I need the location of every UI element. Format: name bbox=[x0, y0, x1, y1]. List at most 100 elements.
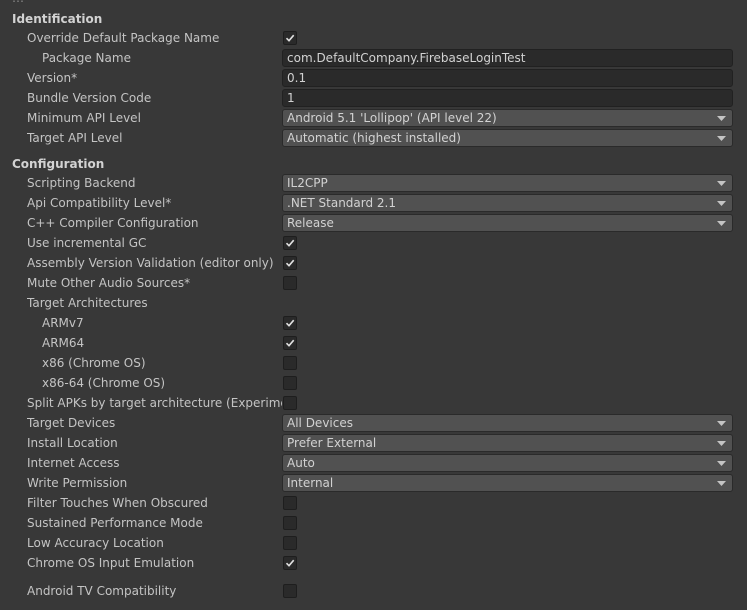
install-location-row: Install Location Prefer External bbox=[0, 433, 747, 453]
mute-other-audio-sources-checkbox[interactable] bbox=[283, 276, 297, 290]
arm64-row: ARM64 bbox=[0, 333, 747, 353]
api-compatibility-level-dropdown[interactable]: .NET Standard 2.1 bbox=[282, 194, 733, 212]
android-tv-compatibility-row: Android TV Compatibility bbox=[0, 581, 747, 601]
sustained-performance-mode-checkbox[interactable] bbox=[283, 516, 297, 530]
x86-label: x86 (Chrome OS) bbox=[42, 356, 146, 370]
chevron-down-icon bbox=[717, 421, 726, 426]
sustained-performance-mode-label: Sustained Performance Mode bbox=[27, 516, 203, 530]
install-location-dropdown[interactable]: Prefer External bbox=[282, 434, 733, 452]
package-name-label: Package Name bbox=[42, 51, 131, 65]
checkmark-icon bbox=[285, 239, 295, 247]
low-accuracy-location-checkbox[interactable] bbox=[283, 536, 297, 550]
chrome-os-input-emulation-checkbox[interactable] bbox=[283, 556, 297, 570]
low-accuracy-location-label: Low Accuracy Location bbox=[27, 536, 164, 550]
split-apks-row: Split APKs by target architecture (Exper… bbox=[0, 393, 747, 413]
configuration-header: Configuration bbox=[12, 157, 105, 171]
write-permission-value: Internal bbox=[287, 476, 334, 490]
chevron-down-icon bbox=[717, 221, 726, 226]
use-incremental-gc-row: Use incremental GC bbox=[0, 233, 747, 253]
chevron-down-icon bbox=[717, 461, 726, 466]
armv7-row: ARMv7 bbox=[0, 313, 747, 333]
chevron-down-icon bbox=[717, 481, 726, 486]
target-architectures-label: Target Architectures bbox=[27, 296, 148, 310]
minimum-api-level-row: Minimum API Level Android 5.1 'Lollipop'… bbox=[0, 108, 747, 128]
android-tv-compatibility-checkbox[interactable] bbox=[283, 584, 297, 598]
api-compatibility-level-row: Api Compatibility Level* .NET Standard 2… bbox=[0, 193, 747, 213]
x86-64-row: x86-64 (Chrome OS) bbox=[0, 373, 747, 393]
chevron-down-icon bbox=[717, 441, 726, 446]
assembly-version-validation-checkbox[interactable] bbox=[283, 256, 297, 270]
assembly-version-validation-row: Assembly Version Validation (editor only… bbox=[0, 253, 747, 273]
chevron-down-icon bbox=[717, 116, 726, 121]
chrome-os-input-emulation-row: Chrome OS Input Emulation bbox=[0, 553, 747, 573]
target-devices-dropdown[interactable]: All Devices bbox=[282, 414, 733, 432]
target-devices-row: Target Devices All Devices bbox=[0, 413, 747, 433]
override-default-package-name-row: Override Default Package Name bbox=[0, 28, 747, 48]
target-architectures-row: Target Architectures bbox=[0, 293, 747, 313]
x86-64-checkbox[interactable] bbox=[283, 376, 297, 390]
cpp-compiler-configuration-dropdown[interactable]: Release bbox=[282, 214, 733, 232]
override-default-package-name-checkbox[interactable] bbox=[283, 31, 297, 45]
arm64-label: ARM64 bbox=[42, 336, 85, 350]
scripting-backend-value: IL2CPP bbox=[287, 176, 328, 190]
bundle-version-code-field[interactable]: 1 bbox=[282, 89, 733, 107]
arm64-checkbox[interactable] bbox=[283, 336, 297, 350]
package-name-row: Package Name com.DefaultCompany.Firebase… bbox=[0, 48, 747, 68]
target-devices-label: Target Devices bbox=[27, 416, 116, 430]
mute-other-audio-sources-label: Mute Other Audio Sources* bbox=[27, 276, 191, 290]
x86-64-label: x86-64 (Chrome OS) bbox=[42, 376, 166, 390]
scripting-backend-dropdown[interactable]: IL2CPP bbox=[282, 174, 733, 192]
internet-access-label: Internet Access bbox=[27, 456, 120, 470]
scripting-backend-row: Scripting Backend IL2CPP bbox=[0, 173, 747, 193]
checkmark-icon bbox=[285, 34, 295, 42]
minimum-api-level-value: Android 5.1 'Lollipop' (API level 22) bbox=[287, 111, 497, 125]
cpp-compiler-configuration-row: C++ Compiler Configuration Release bbox=[0, 213, 747, 233]
target-api-level-label: Target API Level bbox=[27, 131, 123, 145]
split-apks-checkbox[interactable] bbox=[283, 396, 297, 410]
filter-touches-label: Filter Touches When Obscured bbox=[27, 496, 208, 510]
cpp-compiler-configuration-value: Release bbox=[287, 216, 334, 230]
internet-access-row: Internet Access Auto bbox=[0, 453, 747, 473]
armv7-label: ARMv7 bbox=[42, 316, 84, 330]
x86-checkbox[interactable] bbox=[283, 356, 297, 370]
write-permission-dropdown[interactable]: Internal bbox=[282, 474, 733, 492]
armv7-checkbox[interactable] bbox=[283, 316, 297, 330]
install-location-value: Prefer External bbox=[287, 436, 377, 450]
chevron-down-icon bbox=[717, 201, 726, 206]
version-label: Version* bbox=[27, 71, 78, 85]
api-compatibility-level-value: .NET Standard 2.1 bbox=[287, 196, 397, 210]
write-permission-label: Write Permission bbox=[27, 476, 128, 490]
checkmark-icon bbox=[285, 319, 295, 327]
version-row: Version* 0.1 bbox=[0, 68, 747, 88]
use-incremental-gc-checkbox[interactable] bbox=[283, 236, 297, 250]
internet-access-dropdown[interactable]: Auto bbox=[282, 454, 733, 472]
assembly-version-validation-label: Assembly Version Validation (editor only… bbox=[27, 256, 274, 270]
low-accuracy-location-row: Low Accuracy Location bbox=[0, 533, 747, 553]
minimum-api-level-dropdown[interactable]: Android 5.1 'Lollipop' (API level 22) bbox=[282, 109, 733, 127]
checkmark-icon bbox=[285, 339, 295, 347]
target-devices-value: All Devices bbox=[287, 416, 353, 430]
target-api-level-dropdown[interactable]: Automatic (highest installed) bbox=[282, 129, 733, 147]
chevron-down-icon bbox=[717, 181, 726, 186]
override-default-package-name-label: Override Default Package Name bbox=[27, 31, 220, 45]
identification-header: Identification bbox=[12, 12, 103, 26]
bundle-version-code-label: Bundle Version Code bbox=[27, 91, 152, 105]
chevron-down-icon bbox=[717, 136, 726, 141]
minimum-api-level-label: Minimum API Level bbox=[27, 111, 141, 125]
bundle-version-code-row: Bundle Version Code 1 bbox=[0, 88, 747, 108]
use-incremental-gc-label: Use incremental GC bbox=[27, 236, 147, 250]
write-permission-row: Write Permission Internal bbox=[0, 473, 747, 493]
install-location-label: Install Location bbox=[27, 436, 118, 450]
checkmark-icon bbox=[285, 259, 295, 267]
x86-row: x86 (Chrome OS) bbox=[0, 353, 747, 373]
target-api-level-value: Automatic (highest installed) bbox=[287, 131, 461, 145]
sustained-performance-mode-row: Sustained Performance Mode bbox=[0, 513, 747, 533]
android-tv-compatibility-label: Android TV Compatibility bbox=[27, 584, 177, 598]
scripting-backend-label: Scripting Backend bbox=[27, 176, 136, 190]
internet-access-value: Auto bbox=[287, 456, 315, 470]
split-apks-label: Split APKs by target architecture (Exper… bbox=[27, 396, 282, 410]
filter-touches-checkbox[interactable] bbox=[283, 496, 297, 510]
filter-touches-row: Filter Touches When Obscured bbox=[0, 493, 747, 513]
package-name-field[interactable]: com.DefaultCompany.FirebaseLoginTest bbox=[282, 49, 733, 67]
version-field[interactable]: 0.1 bbox=[282, 69, 733, 87]
